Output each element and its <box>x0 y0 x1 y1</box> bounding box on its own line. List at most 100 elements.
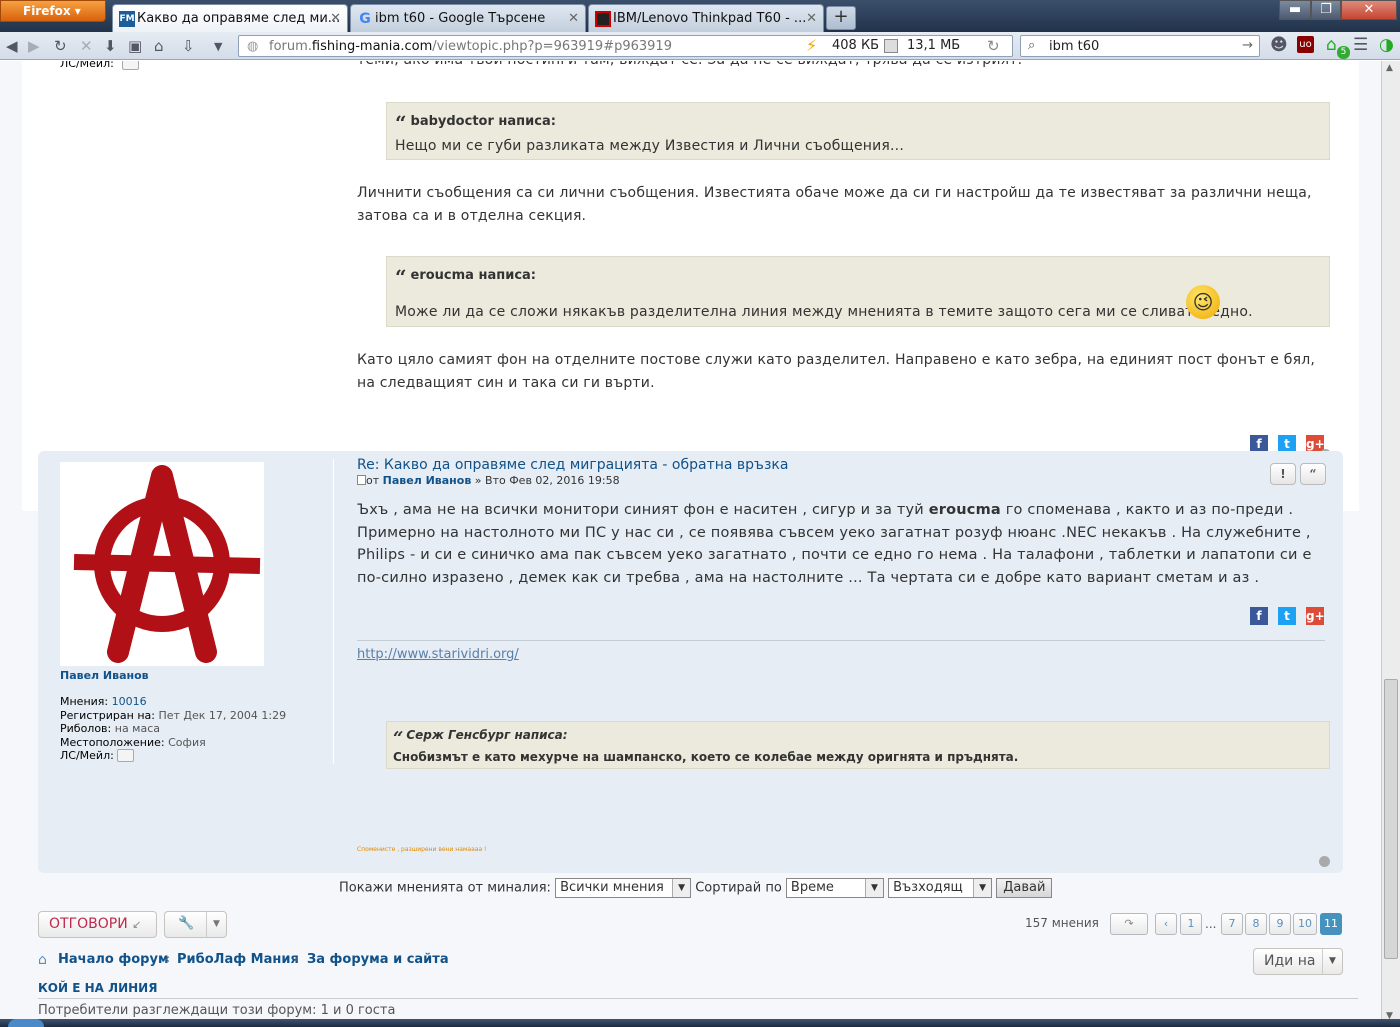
breadcrumb-forum[interactable]: За форума и сайта <box>307 952 449 967</box>
download-arrow-icon[interactable]: ⬇ <box>104 37 117 55</box>
jump-to-dropdown[interactable]: Иди на ▼ <box>1253 948 1343 975</box>
post-text-cut: теми, ако има твои постинги там, виждат … <box>357 61 1317 72</box>
quote-post-button[interactable]: “ <box>1300 463 1326 485</box>
home-breadcrumb-icon[interactable]: ⌂ <box>38 952 47 968</box>
quote-header: “babydoctor написа: <box>395 111 1321 135</box>
page-link[interactable]: 1 <box>1180 913 1202 935</box>
breadcrumb-category[interactable]: РибоЛаф Мания <box>177 952 299 967</box>
twitter-share-icon[interactable]: t <box>1278 607 1296 625</box>
googleplus-share-icon[interactable]: g+ <box>1306 607 1325 625</box>
anarchy-avatar-icon <box>73 465 261 663</box>
sort-direction-select[interactable]: Възходящ ▼ <box>888 878 993 898</box>
profile-value: на маса <box>114 722 161 735</box>
back-to-top-icon[interactable] <box>1319 856 1330 867</box>
memory-icon <box>884 39 898 53</box>
tab-fishing-mania[interactable]: FM Какво да оправяме след ми... ✕ <box>112 4 348 32</box>
close-tab-icon[interactable]: ✕ <box>806 11 817 26</box>
forward-icon[interactable]: ▶ <box>28 37 40 55</box>
profile-divider <box>333 459 334 764</box>
breadcrumb-home[interactable]: Начало форум <box>58 952 169 967</box>
menu-hamburger-icon[interactable]: ☰ <box>1353 35 1368 55</box>
page-link[interactable]: 8 <box>1245 913 1267 935</box>
profile-value[interactable]: 10016 <box>112 695 147 708</box>
dropdown-icon[interactable]: ▼ <box>214 40 222 53</box>
home-icon[interactable]: ⌂ <box>154 37 164 55</box>
page-link[interactable]: 7 <box>1221 913 1243 935</box>
close-tab-icon[interactable]: ✕ <box>330 11 341 26</box>
jump-to-page-button[interactable]: ↷ <box>1110 913 1148 935</box>
post-body: Ъхъ , ама не на всички монитори синият ф… <box>357 499 1325 589</box>
chevron-down-icon: ▼ <box>206 912 226 937</box>
report-post-button[interactable]: ! <box>1270 463 1296 485</box>
sort-by-select[interactable]: Време ▼ <box>785 878 884 898</box>
post-author-link[interactable]: Павел Иванов <box>383 474 472 487</box>
signature-link[interactable]: http://www.starividri.org/ <box>357 647 519 662</box>
posts-count: 157 мнения <box>1025 916 1099 930</box>
profile-pm-label: ЛС/Мейл: <box>60 61 114 70</box>
stop-icon[interactable]: ✕ <box>80 37 93 55</box>
downloads-icon[interactable]: ⇩ <box>182 37 195 55</box>
close-tab-icon[interactable]: ✕ <box>568 11 579 26</box>
signature-tiny-text: Споменисте , разширени вени намаааа ! <box>357 846 487 853</box>
home-addon-icon[interactable]: ⌂ <box>1326 35 1337 55</box>
globe-icon: ◍ <box>247 39 259 54</box>
close-window-button[interactable]: ✕ <box>1341 0 1397 20</box>
search-icon: ⌕ <box>1028 38 1036 53</box>
maximize-button[interactable]: ❐ <box>1311 0 1341 20</box>
breadcrumb-separator: ‹ <box>294 952 300 967</box>
sort-go-button[interactable]: Давай <box>996 878 1053 898</box>
pm-icon[interactable] <box>117 749 135 762</box>
profile-row-registered: Регистриран на: Пет Дек 17, 2004 1:29 <box>60 709 286 723</box>
profile-username[interactable]: Павел Иванов <box>60 669 149 682</box>
scroll-up-icon[interactable]: ▲ <box>1386 63 1393 73</box>
who-is-online-heading[interactable]: КОЙ Е НА ЛИНИЯ <box>38 981 157 995</box>
tab-title: ibm t60 - Google Търсене <box>375 11 546 26</box>
page-scrollbar[interactable]: ▲ ▼ <box>1381 61 1400 1027</box>
profile-label: Мнения: <box>60 695 109 708</box>
back-icon[interactable]: ◀ <box>6 37 18 55</box>
minimize-button[interactable]: ▬ <box>1279 0 1311 20</box>
tab-title: IBM/Lenovo Thinkpad T60 - ... <box>613 11 807 26</box>
avatar <box>60 462 264 666</box>
post-title-link[interactable]: Re: Какво да оправяме след миграцията - … <box>357 457 788 473</box>
search-bar[interactable]: ⌕ ibm t60 → <box>1020 35 1260 57</box>
search-go-icon[interactable]: → <box>1242 38 1253 53</box>
current-page[interactable]: 11 <box>1320 913 1342 935</box>
page-link[interactable]: 10 <box>1293 913 1317 935</box>
facebook-share-icon[interactable]: f <box>1250 607 1268 625</box>
post-title[interactable]: Re: Какво да оправяме след миграцията - … <box>357 457 788 473</box>
tab-ibm-thinkpad[interactable]: IBM/Lenovo Thinkpad T60 - ... ✕ <box>588 4 824 32</box>
screenshot-icon[interactable]: ▣ <box>128 37 142 55</box>
sync-addon-icon[interactable]: ◑ <box>1379 35 1394 55</box>
tools-dropdown-button[interactable]: 🔧 ▼ <box>164 911 227 938</box>
pagination-ellipsis: ... <box>1205 917 1217 931</box>
online-divider <box>38 998 1358 999</box>
profile-label: Местоположение: <box>60 735 165 749</box>
previous-page-button[interactable]: ‹ <box>1155 913 1177 935</box>
pm-icon[interactable] <box>122 61 139 70</box>
search-query: ibm t60 <box>1049 39 1100 54</box>
profile-value: София <box>168 735 206 749</box>
ublock-icon[interactable]: uo <box>1297 36 1314 53</box>
show-posts-select[interactable]: Всички мнения ▼ <box>555 878 692 898</box>
chevron-down-icon: ▼ <box>1322 949 1342 974</box>
scrollbar-thumb[interactable] <box>1384 679 1398 959</box>
tab-google-search[interactable]: G ibm t60 - Google Търсене ✕ <box>350 4 586 32</box>
start-orb-icon[interactable] <box>8 1019 44 1027</box>
url-bar[interactable]: ◍ forum.fishing-mania.com/viewtopic.php?… <box>238 35 1013 57</box>
profile-row-pm: ЛС/Мейл: <box>60 749 286 763</box>
post-page-icon[interactable] <box>357 475 366 485</box>
wrench-icon: 🔧 <box>178 916 195 931</box>
firefox-menu-button[interactable]: Firefox ▾ <box>0 0 106 22</box>
chevron-down-icon: ▼ <box>973 879 992 897</box>
post-paragraph: Личнити съобщения са си лични съобщения.… <box>357 185 1312 224</box>
smiley-addon-icon[interactable]: ☻ <box>1270 35 1288 55</box>
reload-icon[interactable]: ↻ <box>54 37 67 55</box>
new-tab-button[interactable]: + <box>826 6 856 30</box>
page-link[interactable]: 9 <box>1269 913 1291 935</box>
select-value: Възходящ <box>893 880 963 895</box>
reply-label: ОТГОВОРИ <box>49 916 128 932</box>
refresh-page-icon[interactable]: ↻ <box>987 37 1000 55</box>
wink-smiley-icon: 😉 <box>1186 285 1220 319</box>
reply-button[interactable]: ОТГОВОРИ ↙ <box>38 911 157 938</box>
